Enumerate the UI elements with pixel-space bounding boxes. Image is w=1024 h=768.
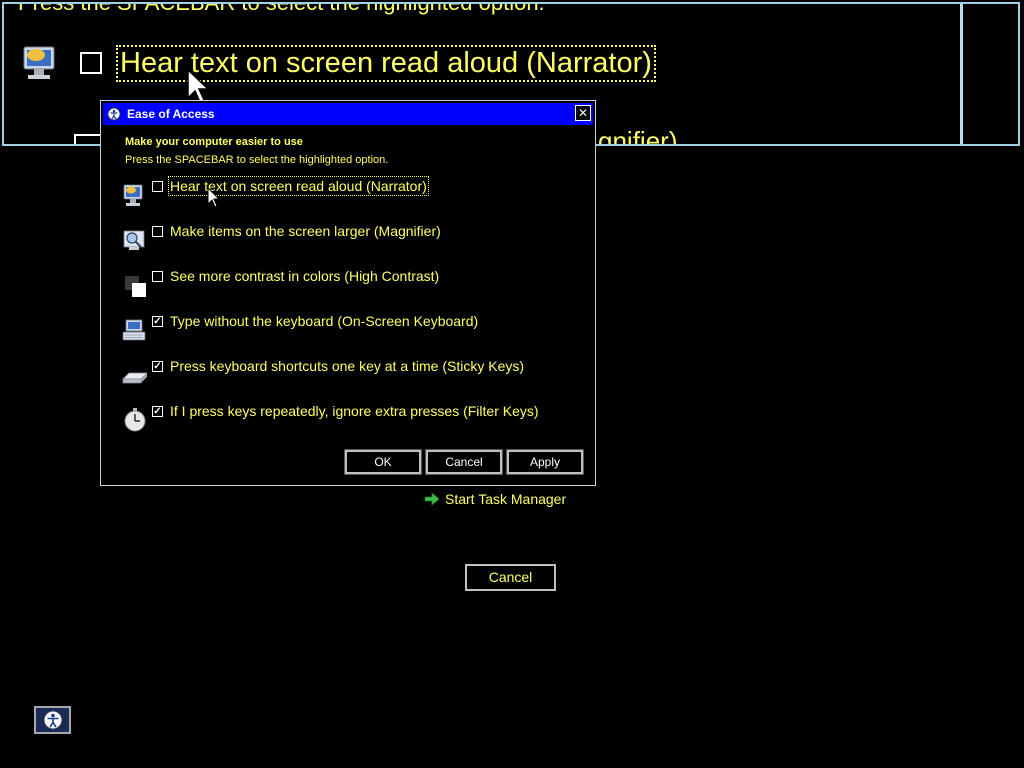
option-filter-keys[interactable]: ✓ If I press keys repeatedly, ignore ext… (121, 403, 581, 440)
on-screen-keyboard-label[interactable]: Type without the keyboard (On-Screen Key… (170, 313, 478, 329)
narrator-label[interactable]: Hear text on screen read aloud (Narrator… (168, 176, 429, 196)
close-button[interactable]: ✕ (575, 105, 591, 121)
narrator-checkbox[interactable] (152, 181, 163, 192)
keyboard-icon (121, 316, 149, 344)
green-arrow-icon (424, 491, 440, 507)
sticky-keys-checkbox[interactable]: ✓ (152, 361, 163, 372)
magnified-checkbox-partial (74, 134, 102, 144)
magnified-narrator-row: Hear text on screen read aloud (Narrator… (20, 42, 656, 84)
ease-of-access-button[interactable] (34, 706, 71, 734)
high-contrast-icon (121, 271, 149, 299)
narrator-icon (121, 181, 149, 209)
dialog-titlebar[interactable]: Ease of Access ✕ (103, 103, 593, 125)
filter-keys-icon (121, 406, 149, 434)
magnified-magnifier-partial-label: gnifier) (598, 126, 678, 146)
on-screen-keyboard-checkbox[interactable]: ✓ (152, 316, 163, 327)
magnified-narrator-checkbox (80, 52, 102, 74)
option-on-screen-keyboard[interactable]: ✓ Type without the keyboard (On-Screen K… (121, 313, 581, 350)
narrator-icon (20, 41, 64, 85)
magnifier-label[interactable]: Make items on the screen larger (Magnifi… (170, 223, 441, 239)
magnified-instruction-text: Press the SPACEBAR to select the highlig… (18, 2, 545, 15)
ok-button[interactable]: OK (345, 450, 421, 474)
close-icon: ✕ (577, 106, 589, 120)
option-narrator[interactable]: Hear text on screen read aloud (Narrator… (121, 176, 581, 215)
ease-of-access-dialog: Ease of Access ✕ Make your computer easi… (100, 100, 596, 486)
start-task-manager-link[interactable]: Start Task Manager (424, 491, 566, 507)
start-task-manager-label: Start Task Manager (445, 491, 567, 507)
option-magnifier[interactable]: Make items on the screen larger (Magnifi… (121, 223, 581, 260)
magnifier-icon (121, 226, 149, 254)
high-contrast-label[interactable]: See more contrast in colors (High Contra… (170, 268, 439, 284)
option-high-contrast[interactable]: See more contrast in colors (High Contra… (121, 268, 581, 305)
filter-keys-label[interactable]: If I press keys repeatedly, ignore extra… (170, 403, 539, 419)
magnified-narrator-label: Hear text on screen read aloud (Narrator… (116, 44, 656, 82)
sticky-keys-label[interactable]: Press keyboard shortcuts one key at a ti… (170, 358, 524, 374)
dialog-title: Ease of Access (127, 107, 215, 121)
filter-keys-checkbox[interactable]: ✓ (152, 406, 163, 417)
dialog-heading: Make your computer easier to use (125, 136, 303, 148)
high-contrast-checkbox[interactable] (152, 271, 163, 282)
magnifier-divider (960, 4, 963, 144)
sticky-keys-icon (121, 361, 149, 389)
dialog-subheading: Press the SPACEBAR to select the highlig… (125, 154, 389, 166)
apply-button[interactable]: Apply (507, 450, 583, 474)
ease-of-access-icon (43, 710, 62, 730)
ease-of-access-icon (107, 107, 121, 121)
logon-cancel-button[interactable]: Cancel (465, 564, 556, 591)
option-sticky-keys[interactable]: ✓ Press keyboard shortcuts one key at a … (121, 358, 581, 395)
magnifier-checkbox[interactable] (152, 226, 163, 237)
cancel-button[interactable]: Cancel (426, 450, 502, 474)
